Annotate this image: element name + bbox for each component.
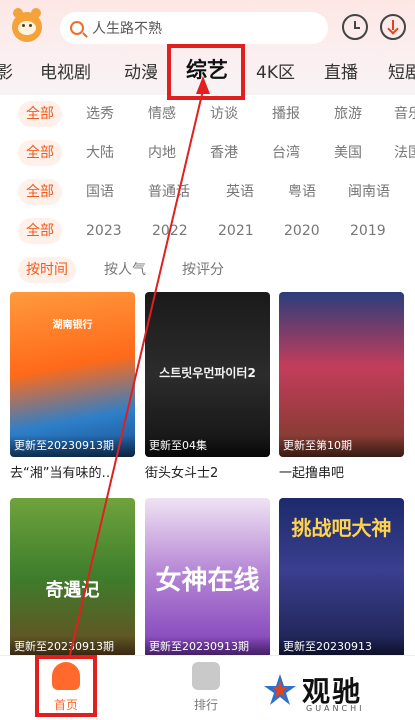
history-icon[interactable] [342, 14, 368, 40]
filter-chip[interactable]: 普通话 [148, 179, 190, 205]
video-thumbnail[interactable]: 女神在线 更新至20230913期 [145, 498, 270, 658]
update-badge: 更新至20230913期 [10, 435, 135, 457]
star-logo-icon [264, 674, 296, 705]
video-thumbnail[interactable]: 更新至第10期 [279, 292, 404, 457]
tab-tv-series[interactable]: 电视剧 [40, 58, 91, 83]
video-thumbnail[interactable]: 湖南银行 更新至20230913期 [10, 292, 135, 457]
video-title[interactable]: 一起撸串吧 [279, 462, 404, 481]
nav-rank[interactable]: 排行 [176, 662, 236, 713]
filter-chip[interactable]: 法国 [394, 140, 415, 166]
sort-chip[interactable]: 按评分 [182, 257, 224, 283]
poster-logo-text: 湖南银行 [52, 320, 93, 331]
filter-row-year: 全部 2023 2022 2021 2020 2019 [0, 218, 415, 246]
home-tab-highlight [35, 655, 97, 717]
sort-chip[interactable]: 按时间 [18, 257, 76, 283]
filter-row-region: 全部 大陆 内地 香港 台湾 美国 法国 [0, 140, 415, 168]
filter-chip[interactable]: 闽南语 [348, 179, 390, 205]
video-title[interactable]: 街头女斗士2 [145, 462, 270, 481]
variety-tab-highlight [167, 44, 245, 100]
filter-row-language: 全部 国语 普通话 英语 粤语 闽南语 [0, 179, 415, 207]
search-placeholder: 人生路不熟 [92, 21, 162, 37]
tab-movie[interactable]: 影 [0, 58, 13, 83]
filter-chip[interactable]: 情感 [148, 101, 176, 127]
filter-chip[interactable]: 2021 [218, 218, 254, 244]
filter-chip[interactable]: 2022 [152, 218, 188, 244]
update-badge: 更新至04集 [145, 435, 270, 457]
filter-chip[interactable]: 台湾 [272, 140, 300, 166]
filter-chip[interactable]: 2020 [284, 218, 320, 244]
nav-rank-label: 排行 [193, 698, 218, 712]
download-icon[interactable] [380, 14, 406, 40]
filter-chip[interactable]: 播报 [272, 101, 300, 127]
ranking-icon [192, 662, 220, 690]
filter-chip[interactable]: 粤语 [288, 179, 316, 205]
tab-4k[interactable]: 4K区 [256, 58, 295, 83]
filter-chip[interactable]: 选秀 [86, 101, 114, 127]
poster-logo-text: 女神在线 [155, 566, 260, 596]
video-thumbnail[interactable]: 스트릿우먼파이터2 更新至04集 [145, 292, 270, 457]
filter-chip[interactable]: 全部 [18, 101, 62, 127]
filter-chip[interactable]: 英语 [226, 179, 254, 205]
filter-chip[interactable]: 2019 [350, 218, 386, 244]
filter-chip[interactable]: 全部 [18, 218, 62, 244]
search-input[interactable]: 人生路不熟 [60, 12, 328, 44]
tab-short-drama[interactable]: 短剧 [388, 58, 415, 83]
search-icon [70, 21, 84, 35]
tab-live[interactable]: 直播 [324, 58, 358, 83]
video-title[interactable]: 去“湘”当有味的… [10, 462, 135, 481]
app-logo-icon[interactable] [12, 8, 42, 42]
watermark-logo: 观驰 GUANCHI [262, 668, 412, 716]
update-badge: 更新至第10期 [279, 435, 404, 457]
filter-row-sort: 按时间 按人气 按评分 [0, 257, 415, 285]
filter-chip[interactable]: 全部 [18, 140, 62, 166]
filter-chip[interactable]: 大陆 [86, 140, 114, 166]
video-thumbnail[interactable]: 挑战吧大神 更新至20230913 [279, 498, 404, 658]
filter-chip[interactable]: 访谈 [210, 101, 238, 127]
filter-chip[interactable]: 香港 [210, 140, 238, 166]
poster-logo-text: 스트릿우먼파이터2 [159, 366, 256, 380]
poster-logo-text: 挑战吧大神 [291, 516, 392, 540]
filter-chip[interactable]: 内地 [148, 140, 176, 166]
tab-anime[interactable]: 动漫 [124, 58, 158, 83]
filter-chip[interactable]: 美国 [334, 140, 362, 166]
watermark-subtext: GUANCHI [306, 704, 365, 713]
filter-chip[interactable]: 音乐 [394, 101, 415, 127]
sort-chip[interactable]: 按人气 [104, 257, 146, 283]
filter-row-type: 全部 选秀 情感 访谈 播报 旅游 音乐 [0, 101, 415, 129]
filter-chip[interactable]: 2023 [86, 218, 122, 244]
filter-chip[interactable]: 国语 [86, 179, 114, 205]
video-thumbnail[interactable]: 奇遇记 更新至20230913期 [10, 498, 135, 658]
poster-logo-text: 奇遇记 [45, 580, 100, 601]
filter-chip[interactable]: 全部 [18, 179, 62, 205]
filter-chip[interactable]: 旅游 [334, 101, 362, 127]
